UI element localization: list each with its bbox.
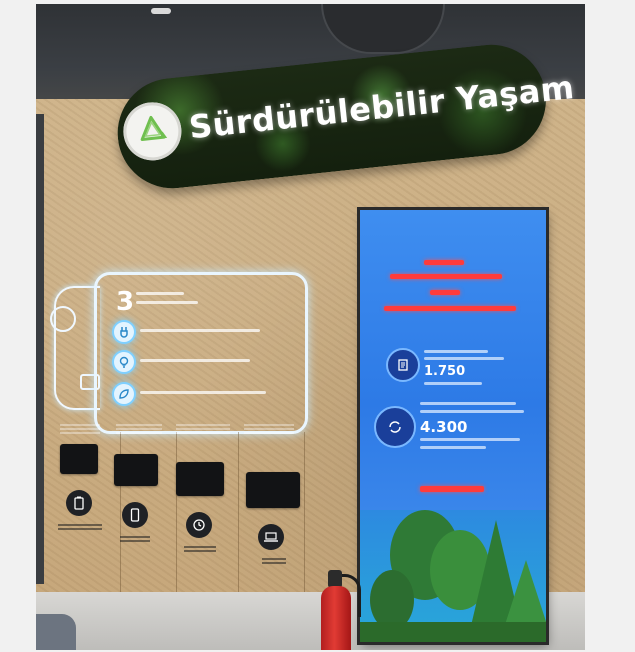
charging-station[interactable] bbox=[114, 424, 176, 584]
led-figure-1: 1.750 bbox=[424, 364, 466, 379]
tree bbox=[370, 570, 414, 630]
grass bbox=[360, 622, 546, 642]
leaf-icon bbox=[112, 382, 136, 406]
photo: Sürdürülebilir Yaşam 3 1.750 4.300 bbox=[36, 4, 585, 650]
battery-icon bbox=[66, 490, 92, 516]
station-label bbox=[116, 424, 162, 434]
led-text-line bbox=[420, 410, 524, 413]
energy-tip-line bbox=[140, 359, 250, 362]
led-text-line bbox=[420, 446, 486, 449]
socket-icon bbox=[50, 306, 76, 332]
foreground-object bbox=[36, 614, 76, 650]
recycle-icon bbox=[120, 99, 185, 164]
led-text-line bbox=[424, 382, 482, 385]
energy-tip-line bbox=[140, 329, 260, 332]
station-divider bbox=[304, 432, 305, 592]
station-caption bbox=[58, 524, 102, 532]
clock-icon bbox=[186, 512, 212, 538]
energy-tip-line bbox=[140, 391, 266, 394]
bulb-icon bbox=[112, 350, 136, 374]
plug-icon bbox=[112, 320, 136, 344]
ceiling-vent bbox=[321, 4, 445, 54]
led-text-line bbox=[424, 350, 488, 353]
station-caption bbox=[262, 558, 286, 566]
led-red-text-line bbox=[424, 260, 464, 265]
station-label bbox=[176, 424, 230, 434]
station-caption bbox=[120, 536, 150, 544]
doorway-edge bbox=[36, 114, 44, 584]
energy-panel-number: 3 bbox=[116, 287, 135, 317]
led-text-line bbox=[420, 438, 520, 441]
charging-station[interactable] bbox=[242, 424, 304, 584]
phone-icon bbox=[122, 502, 148, 528]
document-icon bbox=[386, 348, 420, 382]
led-red-text-line bbox=[420, 486, 484, 492]
station-divider bbox=[238, 432, 239, 592]
led-figure-2: 4.300 bbox=[420, 418, 468, 436]
cycle-icon bbox=[374, 406, 416, 448]
charging-station[interactable] bbox=[58, 424, 120, 584]
charging-slot[interactable] bbox=[176, 462, 224, 496]
station-label bbox=[244, 424, 294, 434]
led-red-text-line bbox=[390, 274, 502, 279]
led-red-text-line bbox=[384, 306, 516, 311]
led-text-line bbox=[420, 402, 516, 405]
ceiling-lamp bbox=[151, 8, 171, 14]
charging-station[interactable] bbox=[174, 424, 236, 584]
fire-extinguisher bbox=[321, 586, 351, 650]
station-label bbox=[60, 424, 100, 434]
led-red-text-line bbox=[430, 290, 460, 295]
charging-slot[interactable] bbox=[246, 472, 300, 508]
led-display: 1.750 4.300 bbox=[360, 210, 546, 642]
charging-slot[interactable] bbox=[114, 454, 158, 486]
energy-heading-line bbox=[136, 292, 184, 295]
laptop-icon bbox=[258, 524, 284, 550]
sign-title: Sürdürülebilir Yaşam bbox=[187, 68, 577, 147]
energy-heading-line bbox=[136, 301, 198, 304]
station-caption bbox=[184, 546, 216, 554]
led-text-line bbox=[424, 357, 504, 360]
charging-slot[interactable] bbox=[60, 444, 98, 474]
